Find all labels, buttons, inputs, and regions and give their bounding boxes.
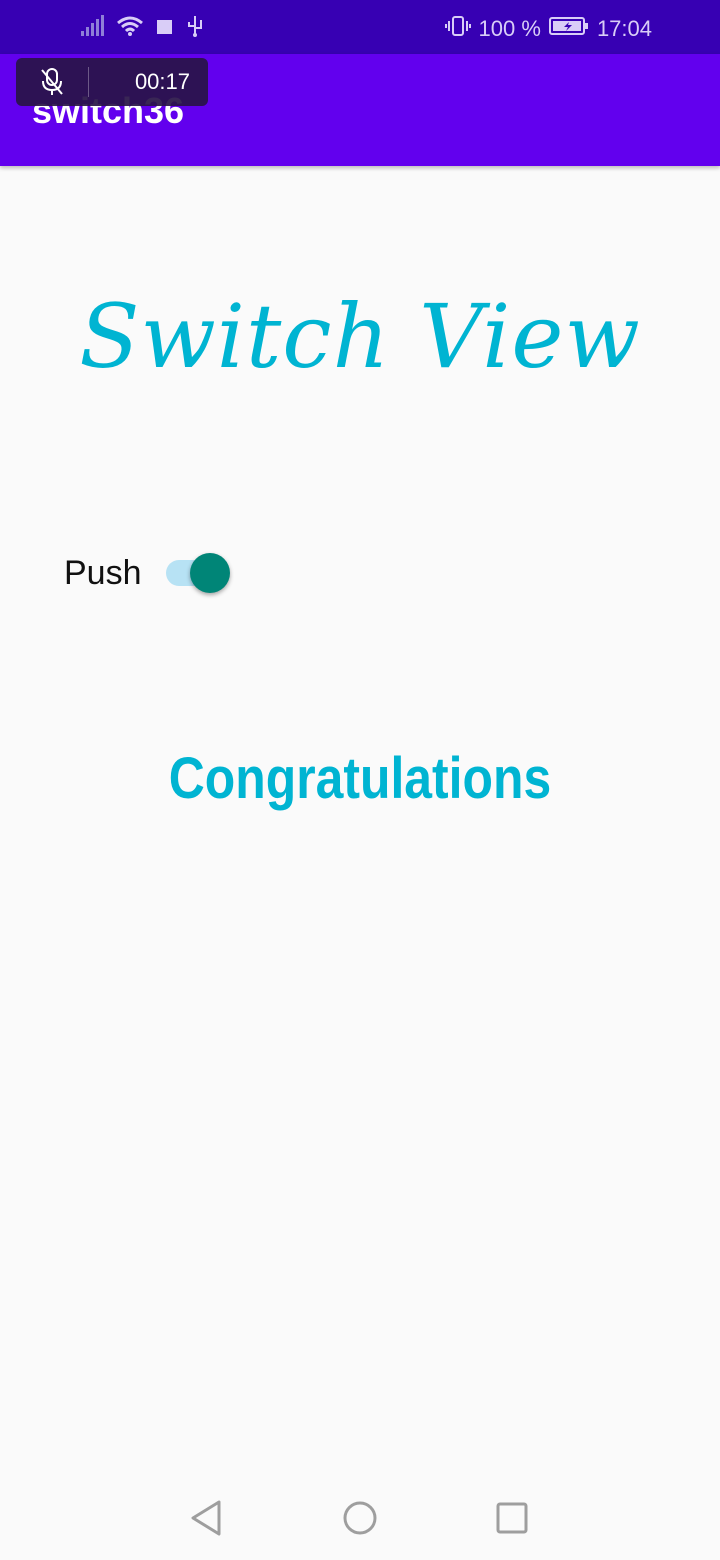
- switch-label: Push: [64, 553, 142, 592]
- push-switch[interactable]: [164, 548, 230, 598]
- page-title: Switch View: [79, 285, 641, 388]
- signal-icon: [80, 15, 104, 43]
- push-switch-row[interactable]: Push: [64, 548, 230, 598]
- battery-icon: [548, 15, 589, 43]
- usb-icon: [186, 14, 204, 44]
- screen: 100 % 17:04 switch36 00:17 Switch View P…: [0, 0, 720, 1560]
- mic-off-icon[interactable]: [16, 67, 89, 97]
- wifi-icon: [116, 15, 144, 43]
- home-icon[interactable]: [340, 1498, 380, 1538]
- nav-bar: [0, 1476, 720, 1560]
- congratulations-message: Congratulations: [168, 746, 552, 811]
- recents-icon[interactable]: [492, 1498, 532, 1538]
- status-right: 100 % 17:04: [444, 14, 652, 44]
- switch-thumb[interactable]: [189, 553, 230, 593]
- recording-timer: 00:17: [134, 69, 190, 94]
- clock: 17:04: [596, 16, 652, 41]
- status-left: [80, 14, 204, 44]
- battery-percent: 100 %: [478, 16, 541, 41]
- back-icon[interactable]: [186, 1498, 226, 1538]
- screen-recording-overlay[interactable]: 00:17: [16, 58, 208, 106]
- notification-square-icon: [156, 16, 174, 42]
- vibrate-icon: [444, 14, 471, 44]
- status-bar: 100 % 17:04: [0, 0, 720, 54]
